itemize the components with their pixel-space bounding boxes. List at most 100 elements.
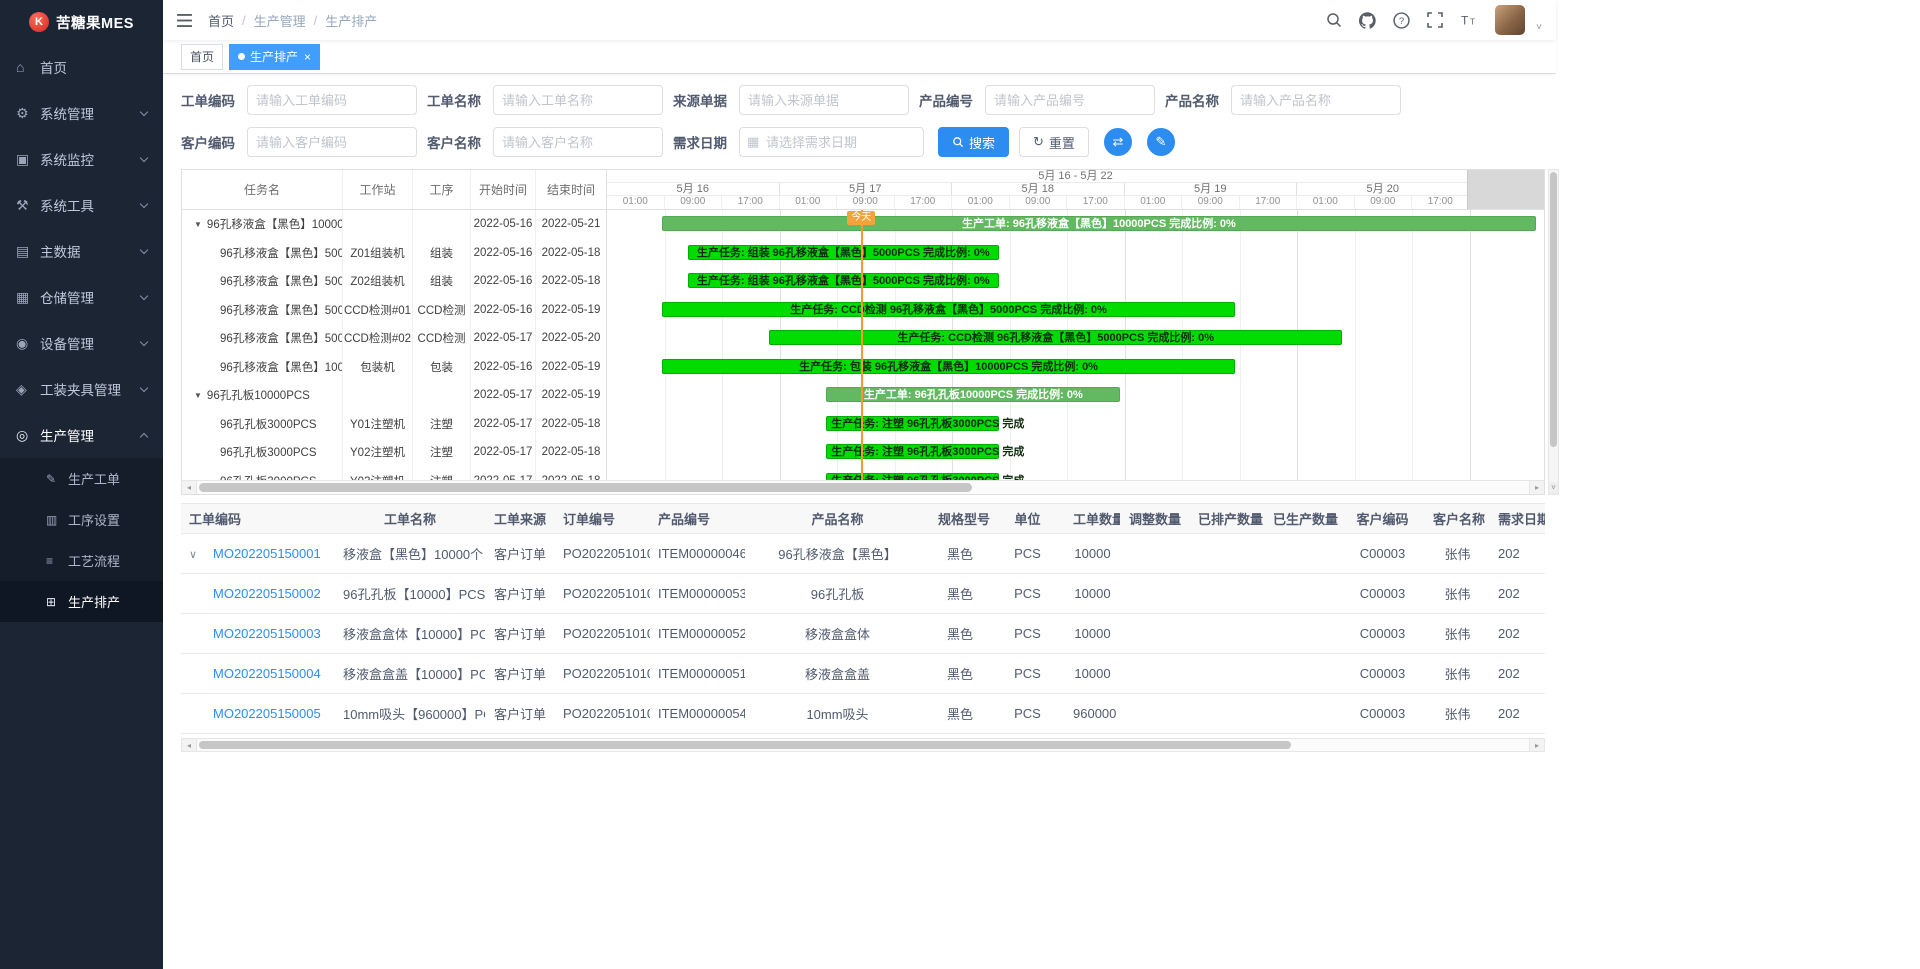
timeline-hour-label: 09:00 [1010,196,1068,209]
sidebar-item-system-tools[interactable]: ⚒系统工具 [0,182,163,228]
scroll-down-arrow-icon[interactable]: ˅ [1549,482,1558,494]
work-order-link[interactable]: MO202205150001 [213,546,321,561]
sidebar-toggle-button[interactable] [177,14,192,27]
breadcrumb-item[interactable]: 生产管理 [254,11,306,30]
table-row[interactable]: ∨MO202205150003移液盒盒体【10000】PCS客户订单PO2022… [181,614,1545,654]
edit-button[interactable]: ✎ [1147,128,1175,156]
work-order-link[interactable]: MO202205150005 [213,706,321,721]
gantt-cell: 2022-05-17 [471,381,536,410]
gantt-grid-body: ▼96孔移液盒【黑色】10000PCS2022-05-162022-05-219… [182,210,606,495]
gantt-task-row[interactable]: 96孔移液盒【黑色】5000PCSCCD检测#02CCD检测2022-05-17… [182,324,606,353]
filter-input[interactable] [739,85,909,115]
filter-input[interactable] [1231,85,1401,115]
filter-input[interactable] [247,85,417,115]
timeline-day-label: 5月 20 [1297,183,1470,195]
filter-row-2: 客户编码客户名称需求日期▦搜索↻重置⇄✎ [181,127,1556,157]
sidebar-item-production-order[interactable]: ✎生产工单 [0,458,163,499]
table-cell: ∨MO202205150002 [181,574,335,614]
app-logo[interactable]: K 苦糖果MES [0,0,163,44]
sidebar-item-home[interactable]: ⌂首页 [0,44,163,90]
sidebar-item-process-flow[interactable]: ≡工艺流程 [0,540,163,581]
font-size-icon[interactable]: TT [1460,12,1478,28]
table-cell: 移液盒【黑色】10000个 [335,534,485,574]
gantt-bar[interactable]: 生产任务: 组装 96孔移液盒【黑色】5000PCS 完成比例: 0% [688,273,999,288]
scroll-right-arrow-icon[interactable]: ▸ [1529,739,1544,751]
filter-input[interactable] [493,127,663,157]
gantt-bar[interactable]: 生产工单: 96孔孔板10000PCS 完成比例: 0% [826,387,1120,402]
work-order-link[interactable]: MO202205150003 [213,626,321,641]
scroll-left-arrow-icon[interactable]: ◂ [182,481,197,494]
breadcrumb-item[interactable]: 首页 [208,11,234,30]
task-name: 96孔移液盒【黑色】5000PCS [220,273,343,289]
gantt-vertical-scrollbar[interactable]: ˅ [1548,169,1559,495]
table-hscroll-track[interactable] [197,739,1529,751]
gantt-task-row[interactable]: 96孔孔板3000PCSY02注塑机注塑2022-05-172022-05-18 [182,438,606,467]
avatar[interactable] [1495,5,1525,35]
gantt-task-row[interactable]: 96孔孔板3000PCSY01注塑机注塑2022-05-172022-05-18 [182,410,606,439]
gantt-task-row[interactable]: 96孔移液盒【黑色】5000PCSZ01组装机组装2022-05-162022-… [182,239,606,268]
gantt-column-header: 开始时间 [471,170,536,209]
scroll-right-arrow-icon[interactable]: ▸ [1529,481,1544,494]
sidebar-item-equipment-mgmt[interactable]: ◉设备管理 [0,320,163,366]
close-tab-icon[interactable]: × [304,51,311,63]
search-button[interactable]: 搜索 [938,127,1009,157]
table-hscroll-thumb[interactable] [199,741,1291,749]
tree-expand-icon[interactable]: ▼ [194,220,202,229]
scroll-left-arrow-icon[interactable]: ◂ [182,739,197,751]
search-icon[interactable] [1326,12,1342,28]
work-order-link[interactable]: MO202205150004 [213,666,321,681]
gantt-vscroll-thumb[interactable] [1550,172,1557,447]
avatar-caret-icon[interactable]: ˅ [1536,22,1542,33]
gantt-hscroll-track[interactable] [197,481,1529,494]
gantt-cell: 2022-05-16 [471,239,536,268]
gantt-task-row[interactable]: 96孔移液盒【黑色】10000PCS包装机包装2022-05-162022-05… [182,353,606,382]
gantt-bar[interactable]: 生产任务: 包装 96孔移液盒【黑色】10000PCS 完成比例: 0% [662,359,1235,374]
topbar-icons: ? TT ˅ [1326,5,1542,35]
timeline-hour-label: 01:00 [607,196,665,209]
gantt-bar[interactable]: 生产任务: 注塑 96孔孔板3000PCS 完成 [826,416,998,431]
gantt-task-row[interactable]: ▼96孔移液盒【黑色】10000PCS2022-05-162022-05-21 [182,210,606,239]
table-horizontal-scrollbar[interactable]: ◂ ▸ [181,738,1545,752]
table-row[interactable]: ∨MO202205150001移液盒【黑色】10000个客户订单PO202205… [181,534,1545,574]
table-row[interactable]: ∨MO202205150004移液盒盒盖【10000】PCS客户订单PO2022… [181,654,1545,694]
table-cell: 96孔孔板 [745,574,930,614]
sidebar-item-system-mgmt[interactable]: ⚙系统管理 [0,90,163,136]
filter-input[interactable] [985,85,1155,115]
sidebar-item-production-scheduling[interactable]: ⊞生产排产 [0,581,163,622]
work-order-link[interactable]: MO202205150002 [213,586,321,601]
sidebar-item-system-monitor[interactable]: ▣系统监控 [0,136,163,182]
sidebar-item-master-data[interactable]: ▤主数据 [0,228,163,274]
gantt-bar[interactable]: 生产任务: 注塑 96孔孔板3000PCS 完成 [826,444,998,459]
gantt-bar[interactable]: 生产任务: 组装 96孔移液盒【黑色】5000PCS 完成比例: 0% [688,245,999,260]
reset-button[interactable]: ↻重置 [1019,127,1089,157]
gantt-cell: 2022-05-19 [536,381,606,410]
table-row[interactable]: ∨MO20220515000510mm吸头【960000】PCS客户订单PO20… [181,694,1545,734]
gantt-grid-header: 任务名工作站工序开始时间结束时间 [182,170,606,210]
tree-expand-icon[interactable]: ▼ [194,391,202,400]
help-icon[interactable]: ? [1393,12,1410,29]
gantt-bar[interactable]: 生产任务: CCD检测 96孔移液盒【黑色】5000PCS 完成比例: 0% [769,330,1342,345]
filter-input[interactable] [493,85,663,115]
gantt-task-row[interactable]: 96孔移液盒【黑色】5000PCSZ02组装机组装2022-05-162022-… [182,267,606,296]
github-icon[interactable] [1359,12,1376,29]
refresh-button[interactable]: ⇄ [1104,128,1132,156]
tab-item[interactable]: 首页 [181,44,223,70]
svg-text:T: T [1461,14,1469,28]
filter-input[interactable] [247,127,417,157]
gantt-bar[interactable]: 生产任务: CCD检测 96孔移液盒【黑色】5000PCS 完成比例: 0% [662,302,1235,317]
gantt-bar[interactable]: 生产工单: 96孔移液盒【黑色】10000PCS 完成比例: 0% [662,216,1536,231]
tab-active[interactable]: 生产排产× [229,44,320,70]
gantt-task-row[interactable]: 96孔移液盒【黑色】5000PCSCCD检测#01CCD检测2022-05-16… [182,296,606,325]
sidebar-item-process-setting[interactable]: ▥工序设置 [0,499,163,540]
gantt-hscroll-thumb[interactable] [199,483,972,492]
gantt-horizontal-scrollbar[interactable]: ◂ ▸ [182,480,1544,494]
fullscreen-icon[interactable] [1427,12,1443,28]
sidebar-item-production-mgmt[interactable]: ◎生产管理 [0,412,163,458]
table-cell: PO202205101001 [555,534,650,574]
demand-date-input[interactable] [739,127,924,157]
gantt-task-row[interactable]: ▼96孔孔板10000PCS2022-05-172022-05-19 [182,381,606,410]
row-expand-caret[interactable]: ∨ [189,548,213,561]
sidebar-item-fixture-mgmt[interactable]: ◈工装夹具管理 [0,366,163,412]
sidebar-item-warehouse-mgmt[interactable]: ▦仓储管理 [0,274,163,320]
table-row[interactable]: ∨MO20220515000296孔孔板【10000】PCS客户订单PO2022… [181,574,1545,614]
